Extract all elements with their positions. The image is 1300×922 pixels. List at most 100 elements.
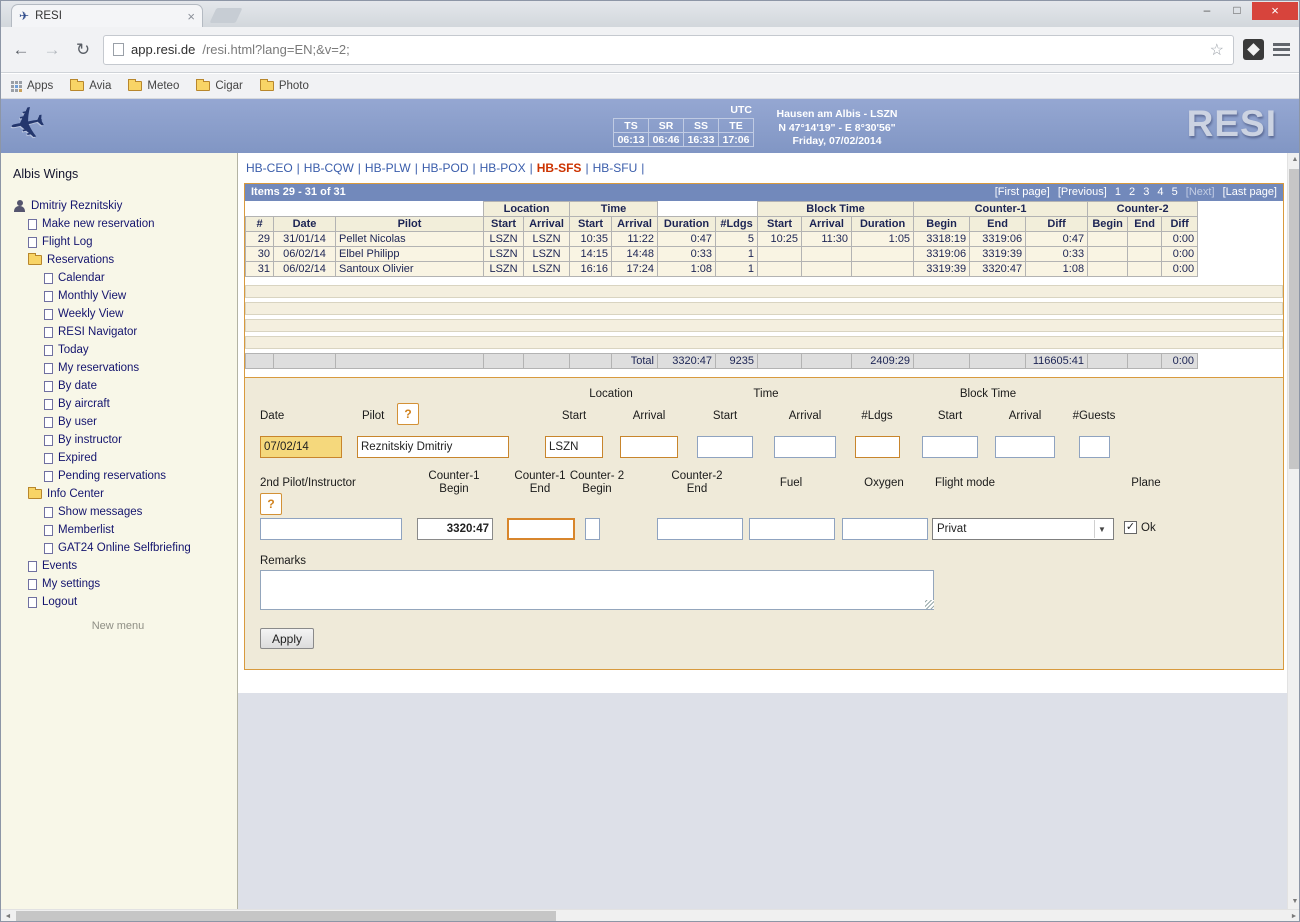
counter2-end-input[interactable] [657, 518, 743, 540]
chrome-menu-icon[interactable] [1273, 43, 1290, 56]
sidebar-item-by-aircraft[interactable]: By aircraft [13, 395, 237, 413]
sidebar-item-weekly-view[interactable]: Weekly View [13, 305, 237, 323]
browser-tab[interactable]: ✈ RESI × [11, 4, 203, 27]
location-arrival-input[interactable] [620, 436, 678, 458]
sidebar-item-user[interactable]: Dmitriy Reznitskiy [13, 197, 237, 215]
ldgs-input[interactable] [855, 436, 900, 458]
bookmark-folder-avia[interactable]: Avia [70, 80, 111, 92]
page-link-3[interactable]: 3 [1143, 186, 1149, 198]
extension-icon[interactable] [1243, 39, 1264, 60]
bookmark-folder-photo[interactable]: Photo [260, 80, 309, 92]
tab-hb-sfs[interactable]: HB-SFS [537, 161, 582, 175]
station-date: Friday, 07/02/2014 [757, 135, 917, 149]
tab-hb-sfu[interactable]: HB-SFU [593, 161, 638, 175]
aircraft-tabs: HB-CEO|HB-CQW|HB-PLW|HB-POD|HB-POX|HB-SF… [244, 161, 1284, 181]
new-tab-button[interactable] [210, 8, 243, 23]
guests-input[interactable] [1079, 436, 1110, 458]
close-button[interactable]: × [1252, 2, 1298, 20]
sidebar-item-logout[interactable]: Logout [13, 593, 237, 611]
sidebar: Albis Wings Dmitriy Reznitskiy Make new … [1, 153, 238, 909]
tab-close-icon[interactable]: × [187, 10, 195, 23]
vertical-scroll-thumb[interactable] [1289, 169, 1300, 469]
scroll-down-icon[interactable]: ▼ [1288, 895, 1300, 909]
scroll-up-icon[interactable]: ▲ [1288, 153, 1300, 167]
back-icon[interactable]: ← [10, 40, 32, 60]
ok-checkbox[interactable]: ✓ [1124, 521, 1137, 534]
table-row[interactable]: 30 06/02/14 Elbel Philipp LSZN LSZN 14:1… [246, 247, 1279, 262]
sidebar-item-calendar[interactable]: Calendar [13, 269, 237, 287]
page-link-4[interactable]: 4 [1157, 186, 1163, 198]
next-page-link[interactable]: [Next] [1186, 186, 1215, 198]
pilot-help-button[interactable]: ? [397, 403, 419, 425]
second-pilot-help-button[interactable]: ? [260, 493, 282, 515]
sidebar-item-by-instructor[interactable]: By instructor [13, 431, 237, 449]
block-start-input[interactable] [922, 436, 978, 458]
sidebar-item-monthly-view[interactable]: Monthly View [13, 287, 237, 305]
forward-icon[interactable]: → [41, 40, 63, 60]
bookmark-folder-cigar[interactable]: Cigar [196, 80, 242, 92]
tab-hb-ceo[interactable]: HB-CEO [246, 161, 293, 175]
sidebar-item-by-user[interactable]: By user [13, 413, 237, 431]
last-page-link[interactable]: [Last page] [1223, 186, 1277, 198]
sidebar-item-by-date[interactable]: By date [13, 377, 237, 395]
horizontal-scroll-thumb[interactable] [16, 911, 556, 922]
tab-hb-pod[interactable]: HB-POD [422, 161, 469, 175]
guests-label: #Guests [1073, 410, 1116, 423]
bookmarks-bar: Apps Avia Meteo Cigar Photo [1, 74, 1299, 99]
sidebar-item-my-reservations[interactable]: My reservations [13, 359, 237, 377]
sidebar-item-make-new-reservation[interactable]: Make new reservation [13, 215, 237, 233]
time-arrival-input[interactable] [774, 436, 836, 458]
page-link-1[interactable]: 1 [1115, 186, 1121, 198]
location-start-input[interactable] [545, 436, 603, 458]
address-bar[interactable]: app.resi.de/resi.html?lang=EN;&v=2; ☆ [103, 35, 1234, 65]
sidebar-item-memberlist[interactable]: Memberlist [13, 521, 237, 539]
sidebar-item-resi-navigator[interactable]: RESI Navigator [13, 323, 237, 341]
page-link-2[interactable]: 2 [1129, 186, 1135, 198]
sidebar-item-expired[interactable]: Expired [13, 449, 237, 467]
page-link-5[interactable]: 5 [1172, 186, 1178, 198]
sidebar-item-reservations[interactable]: Reservations [13, 251, 237, 269]
tab-hb-cqw[interactable]: HB-CQW [304, 161, 354, 175]
bookmark-star-icon[interactable]: ☆ [1210, 40, 1224, 60]
remarks-textarea[interactable] [260, 570, 934, 610]
counter2-end-label: Counter-2 End [669, 470, 725, 496]
time-arrival-label: Arrival [789, 410, 822, 423]
maximize-button[interactable]: □ [1222, 2, 1252, 20]
scroll-left-icon[interactable]: ◄ [1, 910, 15, 922]
table-row[interactable]: 31 06/02/14 Santoux Olivier LSZN LSZN 16… [246, 262, 1279, 277]
bookmark-folder-meteo[interactable]: Meteo [128, 80, 179, 92]
time-start-input[interactable] [697, 436, 753, 458]
pilot-input[interactable] [357, 436, 509, 458]
sidebar-item-events[interactable]: Events [13, 557, 237, 575]
sidebar-item-pending-reservations[interactable]: Pending reservations [13, 467, 237, 485]
previous-page-link[interactable]: [Previous] [1058, 186, 1107, 198]
oxygen-input[interactable] [842, 518, 928, 540]
sidebar-item-gat24[interactable]: GAT24 Online Selfbriefing [13, 539, 237, 557]
content-area: Albis Wings Dmitriy Reznitskiy Make new … [1, 153, 1300, 909]
fuel-input[interactable] [749, 518, 835, 540]
table-row[interactable]: 29 31/01/14 Pellet Nicolas LSZN LSZN 10:… [246, 232, 1279, 247]
resize-grip[interactable] [925, 600, 934, 609]
sidebar-item-info-center[interactable]: Info Center [13, 485, 237, 503]
second-pilot-input[interactable] [260, 518, 402, 540]
sidebar-item-my-settings[interactable]: My settings [13, 575, 237, 593]
sidebar-item-flight-log[interactable]: Flight Log [13, 233, 237, 251]
tab-hb-plw[interactable]: HB-PLW [365, 161, 411, 175]
first-page-link[interactable]: [First page] [995, 186, 1050, 198]
sidebar-item-today[interactable]: Today [13, 341, 237, 359]
ok-field: ✓ Ok [1124, 521, 1156, 534]
sidebar-item-show-messages[interactable]: Show messages [13, 503, 237, 521]
block-arrival-input[interactable] [995, 436, 1055, 458]
minimize-button[interactable]: – [1192, 2, 1222, 20]
counter1-begin-input[interactable] [417, 518, 493, 540]
apply-button[interactable]: Apply [260, 628, 314, 649]
date-input[interactable] [260, 436, 342, 458]
document-icon [44, 525, 53, 536]
flight-mode-select[interactable]: Privat ▼ [932, 518, 1114, 540]
reload-icon[interactable]: ↻ [72, 40, 94, 60]
counter1-end-input[interactable] [507, 518, 575, 540]
scroll-right-icon[interactable]: ► [1287, 910, 1300, 922]
apps-shortcut[interactable]: Apps [11, 80, 53, 92]
tab-hb-pox[interactable]: HB-POX [480, 161, 526, 175]
counter2-begin-input[interactable] [585, 518, 600, 540]
